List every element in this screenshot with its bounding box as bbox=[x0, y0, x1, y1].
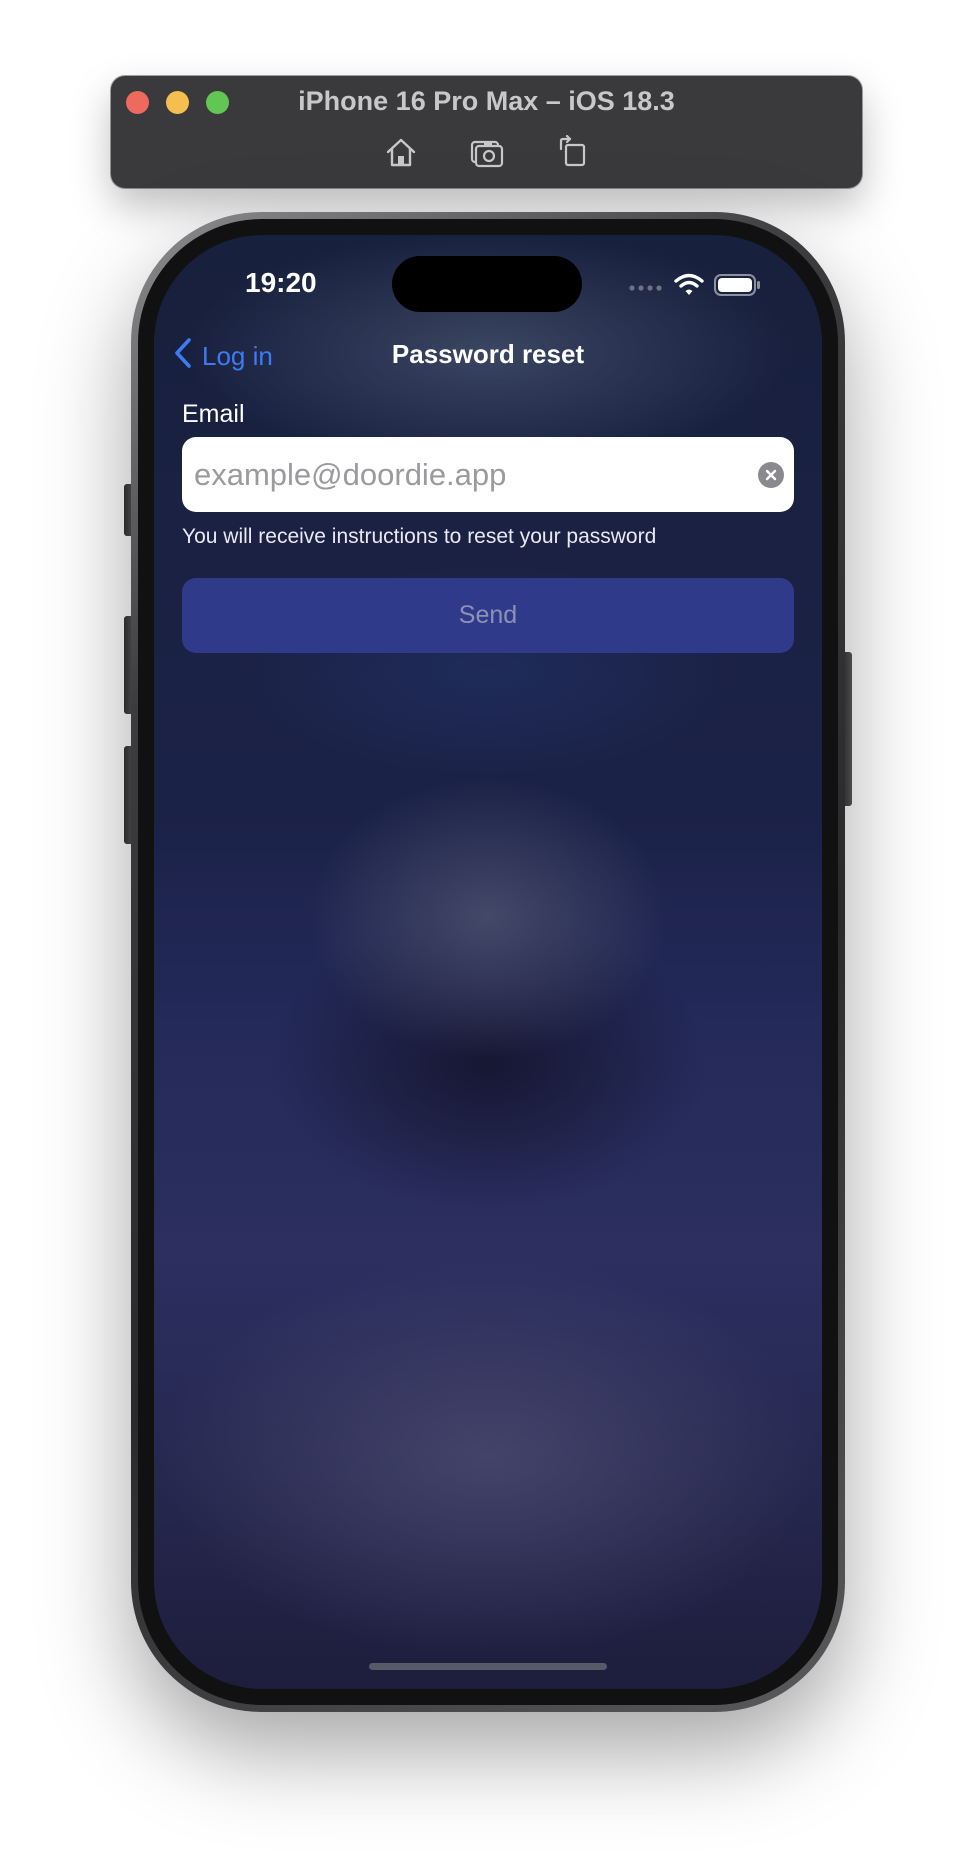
dynamic-island bbox=[392, 256, 582, 312]
email-label: Email bbox=[182, 400, 245, 428]
simulator-title: iPhone 16 Pro Max – iOS 18.3 bbox=[298, 86, 675, 116]
send-button[interactable]: Send bbox=[182, 578, 794, 653]
home-icon[interactable] bbox=[383, 134, 419, 170]
battery-icon bbox=[714, 273, 762, 302]
close-icon bbox=[765, 469, 777, 481]
status-time: 19:20 bbox=[245, 267, 317, 298]
reset-instructions-hint: You will receive instructions to reset y… bbox=[182, 525, 657, 548]
email-field[interactable] bbox=[182, 437, 754, 512]
simulator-window: iPhone 16 Pro Max – iOS 18.3 19:20 Log i… bbox=[0, 0, 974, 1860]
simulator-tools bbox=[111, 134, 862, 170]
simulator-toolbar: iPhone 16 Pro Max – iOS 18.3 bbox=[111, 76, 862, 188]
screenshot-icon[interactable] bbox=[469, 134, 505, 170]
email-field-container bbox=[182, 437, 794, 512]
phone-screen: 19:20 Log in Password reset Email exampl… bbox=[154, 235, 822, 1689]
page-title: Password reset bbox=[391, 339, 585, 369]
rotate-icon[interactable] bbox=[555, 134, 591, 170]
wifi-icon bbox=[674, 273, 704, 302]
home-indicator[interactable] bbox=[369, 1663, 607, 1670]
clear-text-button[interactable] bbox=[758, 462, 784, 488]
cellular-signal-icon bbox=[628, 279, 664, 297]
status-icons bbox=[628, 273, 762, 302]
